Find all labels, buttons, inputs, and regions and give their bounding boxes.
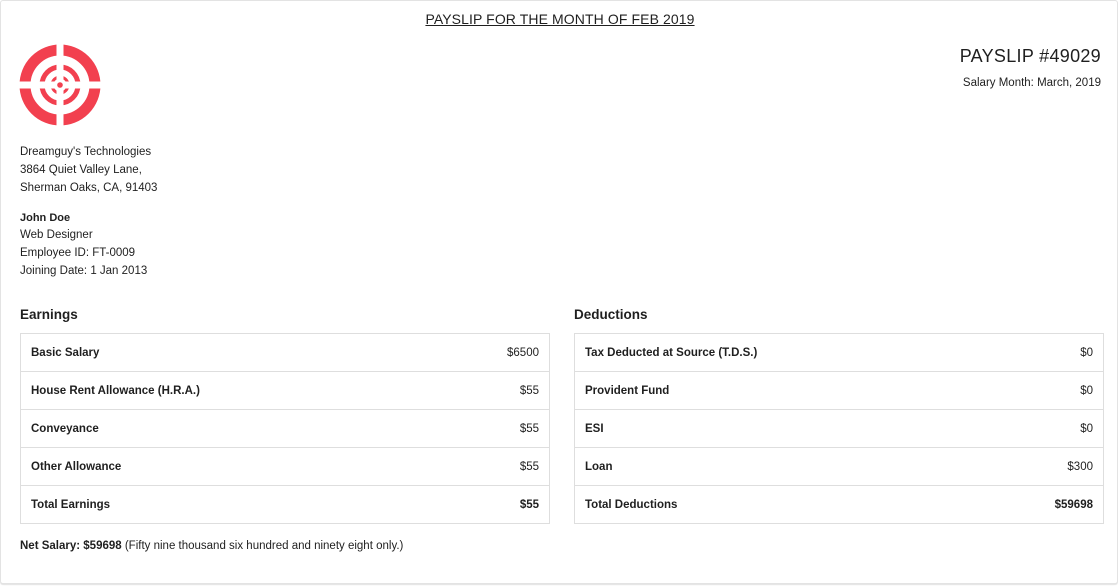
total-deductions-amount: $59698 — [983, 485, 1104, 524]
deduction-label: Provident Fund — [574, 371, 984, 410]
earning-amount: $6500 — [429, 333, 550, 372]
payslip-card: PAYSLIP FOR THE MONTH OF FEB 2019 PAYSLI… — [0, 0, 1118, 584]
employee-info: John Doe Web Designer Employee ID: FT-00… — [20, 211, 147, 280]
employee-id: Employee ID: FT-0009 — [20, 247, 136, 259]
company-name: Dreamguy's Technologies — [20, 146, 152, 158]
earning-label: House Rent Allowance (H.R.A.) — [20, 371, 430, 410]
deduction-amount: $300 — [983, 447, 1104, 486]
deduction-amount: $0 — [983, 333, 1104, 372]
company-address-line1: 3864 Quiet Valley Lane, — [20, 164, 142, 176]
net-salary-amount: Net Salary: $59698 — [20, 540, 122, 552]
total-deductions-row: Total Deductions $59698 — [574, 485, 1104, 524]
table-row: Tax Deducted at Source (T.D.S.) $0 — [574, 333, 1104, 372]
total-deductions-label: Total Deductions — [574, 485, 984, 524]
deduction-label: ESI — [574, 409, 984, 448]
deduction-amount: $0 — [983, 371, 1104, 410]
table-row: Basic Salary $6500 — [20, 333, 550, 372]
net-salary-words: (Fifty nine thousand six hundred and nin… — [121, 540, 404, 552]
earning-amount: $55 — [429, 371, 550, 410]
company-address-line2: Sherman Oaks, CA, 91403 — [20, 182, 158, 194]
earning-amount: $55 — [429, 447, 550, 486]
table-row: ESI $0 — [574, 409, 1104, 448]
deductions-title: Deductions — [574, 307, 648, 322]
table-row: Provident Fund $0 — [574, 371, 1104, 410]
earning-label: Conveyance — [20, 409, 430, 448]
table-row: Other Allowance $55 — [20, 447, 550, 486]
earning-label: Basic Salary — [20, 333, 430, 372]
earning-amount: $55 — [429, 409, 550, 448]
table-row: Conveyance $55 — [20, 409, 550, 448]
table-row: House Rent Allowance (H.R.A.) $55 — [20, 371, 550, 410]
joining-date: Joining Date: 1 Jan 2013 — [20, 265, 148, 277]
payslip-number: PAYSLIP #49029 — [959, 46, 1101, 66]
deduction-label: Tax Deducted at Source (T.D.S.) — [574, 333, 984, 372]
earnings-table: Basic Salary $6500 House Rent Allowance … — [20, 333, 550, 524]
salary-month: Salary Month: March, 2019 — [962, 77, 1101, 89]
deduction-amount: $0 — [983, 409, 1104, 448]
page-title: PAYSLIP FOR THE MONTH OF FEB 2019 — [425, 11, 695, 27]
company-address: Dreamguy's Technologies 3864 Quiet Valle… — [20, 143, 157, 197]
total-earnings-row: Total Earnings $55 — [20, 485, 550, 524]
total-earnings-label: Total Earnings — [20, 485, 430, 524]
total-earnings-amount: $55 — [429, 485, 550, 524]
deductions-table: Tax Deducted at Source (T.D.S.) $0 Provi… — [574, 333, 1104, 524]
earning-label: Other Allowance — [20, 447, 430, 486]
employee-name: John Doe — [20, 212, 71, 224]
earnings-title: Earnings — [20, 307, 78, 322]
deduction-label: Loan — [574, 447, 984, 486]
table-row: Loan $300 — [574, 447, 1104, 486]
target-logo-icon — [19, 44, 101, 126]
net-salary: Net Salary: $59698 (Fifty nine thousand … — [20, 540, 403, 552]
employee-role: Web Designer — [20, 229, 93, 241]
